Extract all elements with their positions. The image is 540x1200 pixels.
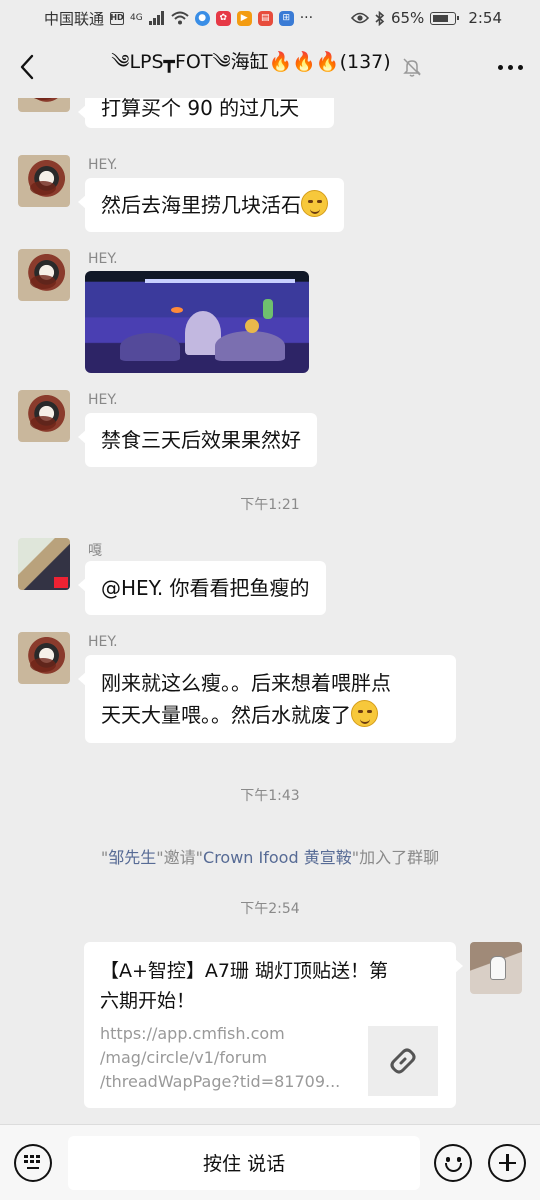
message-text: 刚来就这么瘦。。后来想着喂胖点	[101, 671, 391, 695]
message-bubble[interactable]: @HEY. 你看看把鱼瘦的	[78, 561, 326, 615]
emoji-icon-mouth	[444, 1163, 462, 1172]
emoji-button[interactable]	[434, 1143, 473, 1182]
message-text: 天天大量喂。。然后水就废了	[101, 703, 351, 727]
link-card-title: 【A+智控】A7珊 瑚灯顶贴送！第 六期开始！	[100, 956, 440, 1016]
keyboard-icon	[22, 1153, 44, 1173]
back-icon	[20, 54, 34, 80]
link-card-url-line: https://app.cmfish.com	[100, 1024, 285, 1043]
message-bubble[interactable]: 刚来就这么瘦。。后来想着喂胖点 天天大量喂。。然后水就废了	[78, 655, 456, 743]
plus-icon-v	[506, 1154, 509, 1171]
app-notification-icon: ▤	[257, 10, 273, 26]
smirk-emoji-icon	[301, 190, 328, 217]
photo-rock	[120, 333, 180, 361]
aquarium-photo[interactable]	[85, 271, 309, 373]
link-icon	[390, 1048, 416, 1074]
link-card-url-line: /threadWapPage?tid=81709...	[100, 1072, 341, 1091]
message-bubble[interactable]: 然后去海里捞几块活石	[78, 178, 344, 232]
invitee-link[interactable]: Crown Ifood 黄宣鞍	[203, 848, 352, 867]
emoji-icon-eyes	[445, 1157, 450, 1162]
laugh-cry-emoji-icon	[351, 700, 378, 727]
message-text: 打算买个 90 的过几天	[101, 98, 300, 120]
link-card-title-line: 【A+智控】A7珊 瑚灯顶贴送！第	[100, 960, 389, 982]
my-avatar[interactable]	[470, 942, 522, 994]
more-button[interactable]	[480, 36, 540, 98]
message-text-line2: 天天大量喂。。然后水就废了	[101, 699, 440, 731]
sender-name: HEY.	[88, 392, 118, 408]
message-bubble[interactable]: 禁食三天后效果果然好	[78, 413, 317, 467]
link-card-url: https://app.cmfish.com /mag/circle/v1/fo…	[100, 1022, 354, 1094]
more-notifications-icon: ···	[299, 10, 314, 26]
keyboard-keys	[23, 1154, 40, 1163]
app-notification-icon: ⊞	[278, 10, 294, 26]
system-text: "邀请"	[156, 848, 204, 867]
system-text: "加入了群聊	[351, 848, 440, 867]
sender-name: HEY.	[88, 251, 118, 267]
message-text: 禁食三天后效果果然好	[101, 428, 301, 452]
avatar[interactable]	[18, 390, 70, 442]
emoji-icon	[437, 1146, 470, 1179]
eye-icon	[350, 12, 369, 24]
avatar[interactable]	[18, 632, 70, 684]
keyboard-spacebar	[26, 1166, 39, 1169]
link-card-url-line: /mag/circle/v1/forum	[100, 1048, 268, 1067]
avatar[interactable]	[18, 98, 70, 112]
chat-title-wrap: ༄LPS┳FOT༄海缸🔥🔥🔥(137)	[54, 40, 480, 94]
plus-icon	[491, 1146, 524, 1179]
app-notification-icon: ●	[194, 10, 210, 26]
input-bar: 按住 说话	[0, 1124, 540, 1200]
chat-header: ༄LPS┳FOT༄海缸🔥🔥🔥(137)	[0, 36, 540, 98]
avatar[interactable]	[18, 155, 70, 207]
clock: 2:54	[468, 9, 502, 27]
link-card-title-line: 六期开始！	[100, 990, 196, 1012]
more-icon-dot	[507, 64, 513, 70]
avatar[interactable]	[18, 538, 70, 590]
mute-icon	[402, 58, 421, 77]
more-icon	[497, 64, 503, 70]
bluetooth-icon	[375, 10, 385, 26]
hd-icon: HD	[110, 11, 125, 25]
message-bubble[interactable]: 打算买个 90 的过几天	[78, 98, 334, 128]
photo-lamp	[145, 279, 295, 283]
signal-icon	[148, 11, 165, 25]
battery-icon	[430, 11, 460, 25]
link-thumbnail	[368, 1026, 438, 1096]
photo-coral	[245, 319, 259, 333]
timestamp: 下午1:43	[240, 788, 300, 804]
sender-name: HEY.	[88, 157, 118, 173]
avatar[interactable]	[18, 249, 70, 301]
app-notification-icon: ▶	[236, 10, 252, 26]
more-icon-dot	[517, 64, 523, 70]
photo-coral	[263, 299, 273, 319]
timestamp: 下午2:54	[240, 901, 300, 917]
network-type-label: 4G	[130, 12, 143, 23]
photo-rock	[215, 331, 285, 361]
system-message: "邹先生"邀请"Crown Ifood 黄宣鞍"加入了群聊	[0, 844, 540, 868]
status-bar: 中国联通 HD 4G ● ✿ ▶ ▤ ⊞ ··· 65% 2:54	[0, 0, 540, 36]
keyboard-toggle-button[interactable]	[14, 1143, 52, 1182]
message-text: @HEY. 你看看把鱼瘦的	[101, 576, 310, 600]
sender-name: HEY.	[88, 634, 118, 650]
more-functions-button[interactable]	[488, 1143, 526, 1182]
inviter-link[interactable]: 邹先生	[108, 848, 156, 867]
carrier-label: 中国联通	[44, 9, 105, 28]
flag-icon	[54, 577, 68, 588]
chat-title: ༄LPS┳FOT༄海缸🔥🔥🔥(137)	[111, 51, 391, 73]
timestamp: 下午1:21	[240, 497, 300, 513]
photo-fish	[171, 307, 183, 313]
back-button[interactable]	[0, 36, 54, 98]
wifi-icon	[171, 11, 189, 25]
battery-percent: 65%	[390, 9, 425, 27]
hold-to-talk-button[interactable]: 按住 说话	[67, 1135, 421, 1190]
message-text: 然后去海里捞几块活石	[101, 193, 301, 217]
link-card[interactable]: 【A+智控】A7珊 瑚灯顶贴送！第 六期开始！ https://app.cmfi…	[84, 942, 463, 1108]
chat-area[interactable]: 打算买个 90 的过几天 HEY. 然后去海里捞几块活石 HEY. HEY. 禁…	[0, 98, 540, 1124]
sender-name: 嘎	[88, 543, 102, 559]
app-notification-icon: ✿	[215, 10, 231, 26]
